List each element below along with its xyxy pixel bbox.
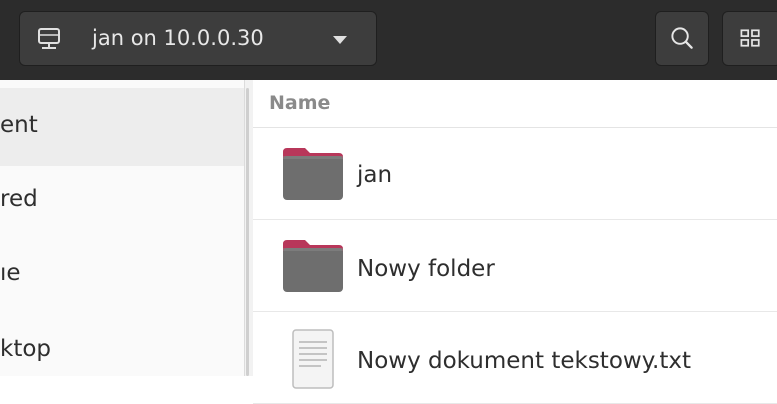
file-name: jan	[357, 162, 393, 188]
grid-view-icon	[740, 29, 760, 47]
sidebar-item-label: ent	[0, 112, 38, 138]
list-item[interactable]: jan	[253, 128, 777, 220]
sidebar: ent red ıe ktop	[0, 80, 244, 376]
search-icon	[671, 27, 693, 49]
sidebar-item-label: red	[0, 186, 38, 212]
sidebar-item-label: ıe	[0, 260, 21, 286]
column-header-name[interactable]: Name	[253, 80, 777, 128]
file-list: Name jan Nowy folder Nowy dokument tekst…	[253, 80, 777, 404]
network-drive-icon	[38, 28, 60, 49]
chevron-down-icon	[333, 36, 347, 44]
view-toggle-button[interactable]	[722, 11, 777, 66]
file-name: Nowy folder	[357, 256, 495, 282]
header-bar: jan on 10.0.0.30	[0, 0, 777, 80]
list-item[interactable]: Nowy dokument tekstowy.txt	[253, 312, 777, 404]
folder-icon	[283, 240, 343, 292]
sidebar-scrollbar[interactable]	[246, 88, 249, 376]
sidebar-item-starred[interactable]: red	[0, 160, 244, 238]
sidebar-item-label: ktop	[0, 336, 52, 362]
sidebar-item-desktop[interactable]: ktop	[0, 312, 244, 390]
location-label: jan on 10.0.0.30	[92, 26, 264, 50]
file-name: Nowy dokument tekstowy.txt	[357, 348, 691, 374]
folder-icon	[283, 148, 343, 200]
sidebar-item-recent[interactable]: ent	[0, 88, 244, 166]
text-file-icon	[292, 329, 334, 389]
search-button[interactable]	[655, 11, 709, 66]
list-item[interactable]: Nowy folder	[253, 220, 777, 312]
location-button[interactable]: jan on 10.0.0.30	[19, 11, 377, 66]
sidebar-item-home[interactable]: ıe	[0, 236, 244, 314]
column-label: Name	[269, 92, 331, 114]
